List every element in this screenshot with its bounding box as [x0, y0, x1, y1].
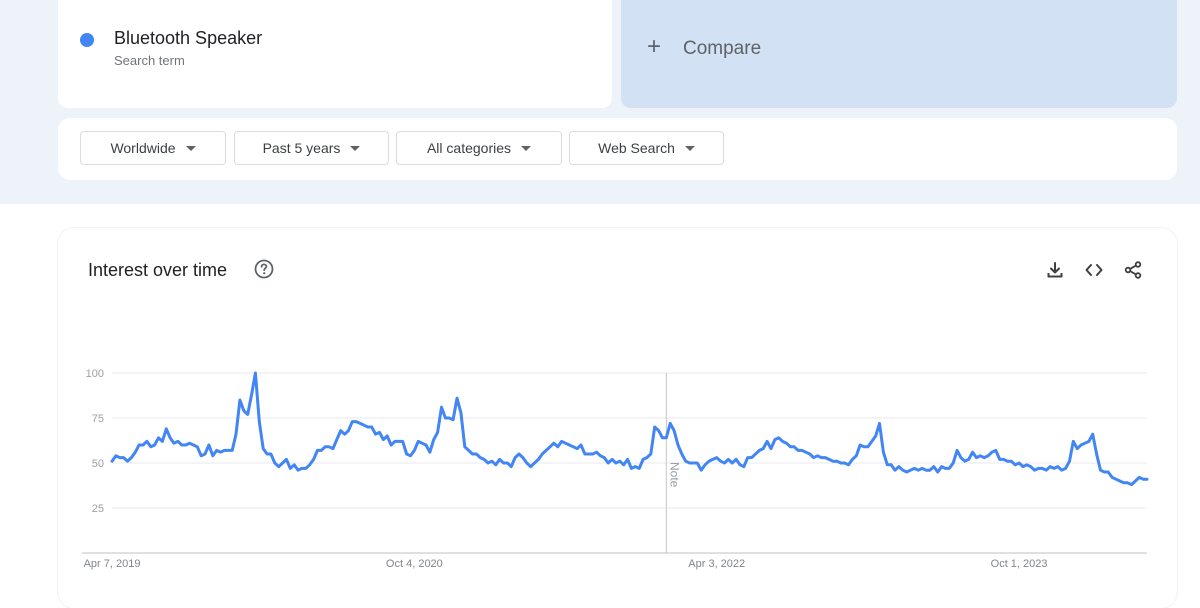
x-tick-label: Apr 7, 2019: [84, 558, 141, 570]
x-tick-label: Oct 1, 2023: [991, 558, 1048, 570]
y-tick-label: 100: [86, 368, 104, 380]
y-tick-label: 25: [92, 503, 104, 515]
interest-line-chart: 25 50 75 100 Note Apr 7, 2019 Oct 4, 2020 Apr 3…: [82, 368, 1149, 570]
x-tick-label: Apr 3, 2022: [688, 558, 745, 570]
note-marker-label: Note: [667, 462, 681, 488]
x-tick-label: Oct 4, 2020: [386, 558, 443, 570]
series-line: [110, 371, 1149, 487]
y-tick-label: 50: [92, 458, 104, 470]
y-tick-label: 75: [92, 413, 104, 425]
